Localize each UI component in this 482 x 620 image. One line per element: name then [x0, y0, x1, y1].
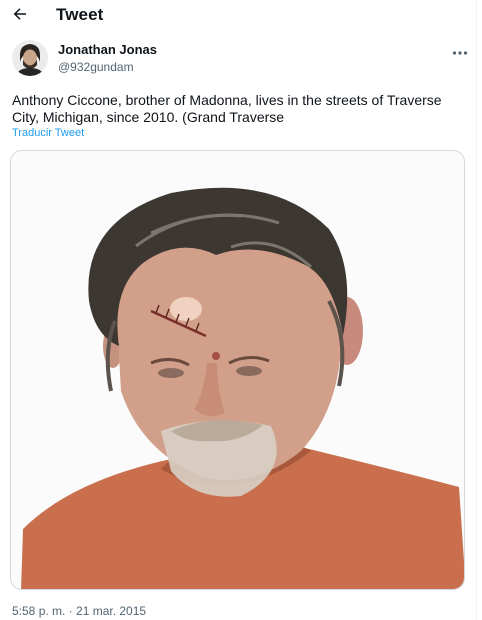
translate-tweet-link[interactable]: Traducir Tweet: [12, 127, 84, 139]
column-divider: [476, 0, 477, 620]
more-options-button[interactable]: [448, 44, 472, 60]
header: Tweet: [0, 0, 482, 32]
more-horizontal-icon: [452, 43, 468, 61]
tweet-photo[interactable]: [10, 150, 465, 590]
avatar[interactable]: [12, 40, 48, 76]
page-title: Tweet: [56, 5, 104, 24]
author-handle[interactable]: @932gundam: [58, 60, 134, 74]
tweet-timestamp[interactable]: 5:58 p. m. · 21 mar. 2015: [12, 604, 146, 618]
back-button[interactable]: [8, 4, 32, 28]
author-display-name[interactable]: Jonathan Jonas: [58, 42, 157, 57]
tweet-author: Jonathan Jonas @932gundam: [12, 40, 472, 82]
arrow-left-icon: [11, 5, 29, 28]
tweet-text: Anthony Ciccone, brother of Madonna, liv…: [12, 92, 442, 125]
